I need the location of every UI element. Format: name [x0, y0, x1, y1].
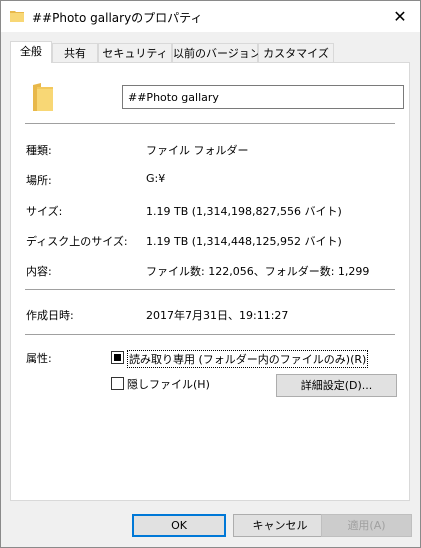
- properties-window: ##Photo gallaryのプロパティ ✕ 全般 共有 セキュリティ 以前の…: [0, 0, 421, 548]
- title-bar: ##Photo gallaryのプロパティ ✕: [1, 1, 420, 32]
- contents-label: 内容:: [26, 265, 52, 278]
- location-label: 場所:: [26, 174, 52, 187]
- hidden-checkbox-label[interactable]: 隠しファイル(H): [127, 376, 210, 392]
- separator: [25, 289, 395, 290]
- contents-value: ファイル数: 122,056、フォルダー数: 1,299: [146, 265, 370, 278]
- size-on-disk-label: ディスク上のサイズ:: [26, 235, 128, 248]
- separator: [25, 334, 395, 335]
- size-on-disk-value: 1.19 TB (1,314,448,125,952 バイト): [146, 235, 342, 248]
- window-title: ##Photo gallaryのプロパティ: [32, 11, 203, 25]
- tab-previous-versions[interactable]: 以前のバージョン: [172, 43, 261, 62]
- readonly-checkbox-label[interactable]: 読み取り専用 (フォルダー内のファイルのみ)(R): [127, 350, 369, 368]
- cancel-button[interactable]: キャンセル: [233, 514, 327, 537]
- readonly-checkbox[interactable]: [111, 351, 124, 364]
- folder-icon: [10, 11, 24, 22]
- type-label: 種類:: [26, 144, 52, 157]
- created-value: 2017年7月31日、19:11:27: [146, 309, 289, 322]
- type-value: ファイル フォルダー: [146, 144, 249, 157]
- close-icon: ✕: [393, 7, 407, 26]
- size-value: 1.19 TB (1,314,198,827,556 バイト): [146, 205, 342, 218]
- tab-general[interactable]: 全般: [10, 41, 52, 63]
- ok-button[interactable]: OK: [132, 514, 226, 537]
- size-label: サイズ:: [26, 205, 63, 218]
- folder-name-input[interactable]: [122, 85, 404, 109]
- hidden-checkbox[interactable]: [111, 377, 124, 390]
- attributes-label: 属性:: [26, 352, 52, 365]
- location-value: G:¥: [146, 172, 166, 185]
- advanced-settings-button[interactable]: 詳細設定(D)...: [276, 374, 397, 397]
- tab-sharing[interactable]: 共有: [52, 43, 98, 62]
- close-button[interactable]: ✕: [380, 1, 420, 32]
- folder-icon: [33, 83, 53, 111]
- tab-strip: 全般 共有 セキュリティ 以前のバージョン カスタマイズ: [10, 41, 410, 63]
- tab-customize[interactable]: カスタマイズ: [258, 43, 334, 62]
- created-label: 作成日時:: [26, 309, 74, 322]
- general-panel: 種類: ファイル フォルダー 場所: G:¥ サイズ: 1.19 TB (1,3…: [10, 62, 410, 501]
- separator: [25, 123, 395, 124]
- apply-button[interactable]: 適用(A): [321, 514, 412, 537]
- tab-security[interactable]: セキュリティ: [98, 43, 172, 62]
